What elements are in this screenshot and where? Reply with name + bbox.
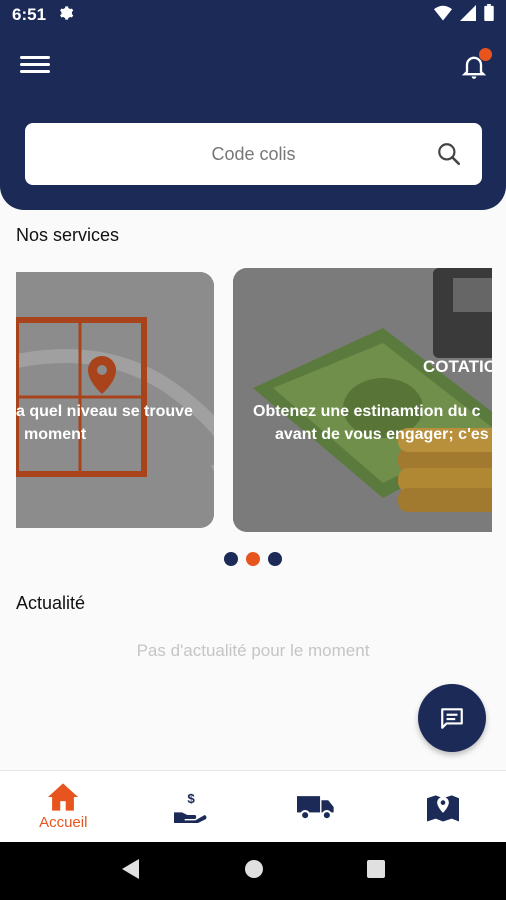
carousel-dot-2-active[interactable] bbox=[246, 552, 260, 566]
card2-line2: avant de vous engager; c'es bbox=[275, 426, 489, 443]
svg-text:$: $ bbox=[187, 791, 195, 806]
search-icon[interactable] bbox=[436, 141, 462, 167]
hand-money-icon: $ bbox=[173, 791, 207, 823]
map-icon bbox=[426, 794, 459, 822]
home-icon bbox=[48, 783, 79, 811]
cell-signal-icon bbox=[460, 4, 476, 26]
status-time: 6:51 bbox=[12, 5, 47, 24]
system-navigation-bar bbox=[0, 842, 506, 900]
search-input[interactable] bbox=[93, 143, 414, 165]
home-circle-icon[interactable] bbox=[244, 859, 264, 884]
notification-bell-icon[interactable] bbox=[460, 48, 492, 80]
card2-line1: Obtenez une estinamtion du c bbox=[253, 403, 481, 420]
carousel-dot-1[interactable] bbox=[224, 552, 238, 566]
truck-icon bbox=[297, 795, 334, 820]
back-icon[interactable] bbox=[121, 858, 141, 885]
card1-line2: moment bbox=[24, 426, 87, 443]
nav-home[interactable]: Accueil bbox=[0, 771, 127, 842]
nav-quote[interactable]: $ bbox=[127, 771, 254, 842]
nav-delivery[interactable] bbox=[253, 771, 380, 842]
services-carousel[interactable]: a quel niveau se trouve moment COTATIO O… bbox=[16, 268, 492, 534]
bottom-navigation: Accueil $ bbox=[0, 770, 506, 842]
chat-button[interactable] bbox=[418, 684, 486, 752]
wifi-icon bbox=[434, 5, 452, 26]
app-header bbox=[0, 30, 506, 210]
news-empty-message: Pas d'actualité pour le moment bbox=[136, 641, 370, 660]
news-title: Actualité bbox=[16, 593, 86, 613]
card1-line1: a quel niveau se trouve bbox=[16, 403, 193, 420]
notification-badge bbox=[479, 48, 492, 61]
card2-title: COTATIO bbox=[423, 357, 492, 376]
hamburger-menu-icon[interactable] bbox=[20, 52, 50, 78]
settings-gear-icon bbox=[58, 5, 74, 26]
search-bar[interactable] bbox=[25, 123, 482, 185]
recents-icon[interactable] bbox=[366, 859, 385, 883]
nav-map[interactable] bbox=[380, 771, 506, 842]
carousel-indicator bbox=[0, 552, 506, 566]
status-bar: 6:51 bbox=[0, 0, 506, 30]
nav-home-label: Accueil bbox=[39, 814, 88, 831]
battery-icon bbox=[484, 4, 494, 26]
service-card-tracking[interactable]: a quel niveau se trouve moment bbox=[16, 272, 214, 528]
carousel-dot-3[interactable] bbox=[268, 552, 282, 566]
chat-icon bbox=[441, 708, 463, 729]
service-card-quote[interactable]: COTATIO Obtenez une estinamtion du c ava… bbox=[233, 268, 492, 532]
services-title: Nos services bbox=[16, 225, 120, 245]
